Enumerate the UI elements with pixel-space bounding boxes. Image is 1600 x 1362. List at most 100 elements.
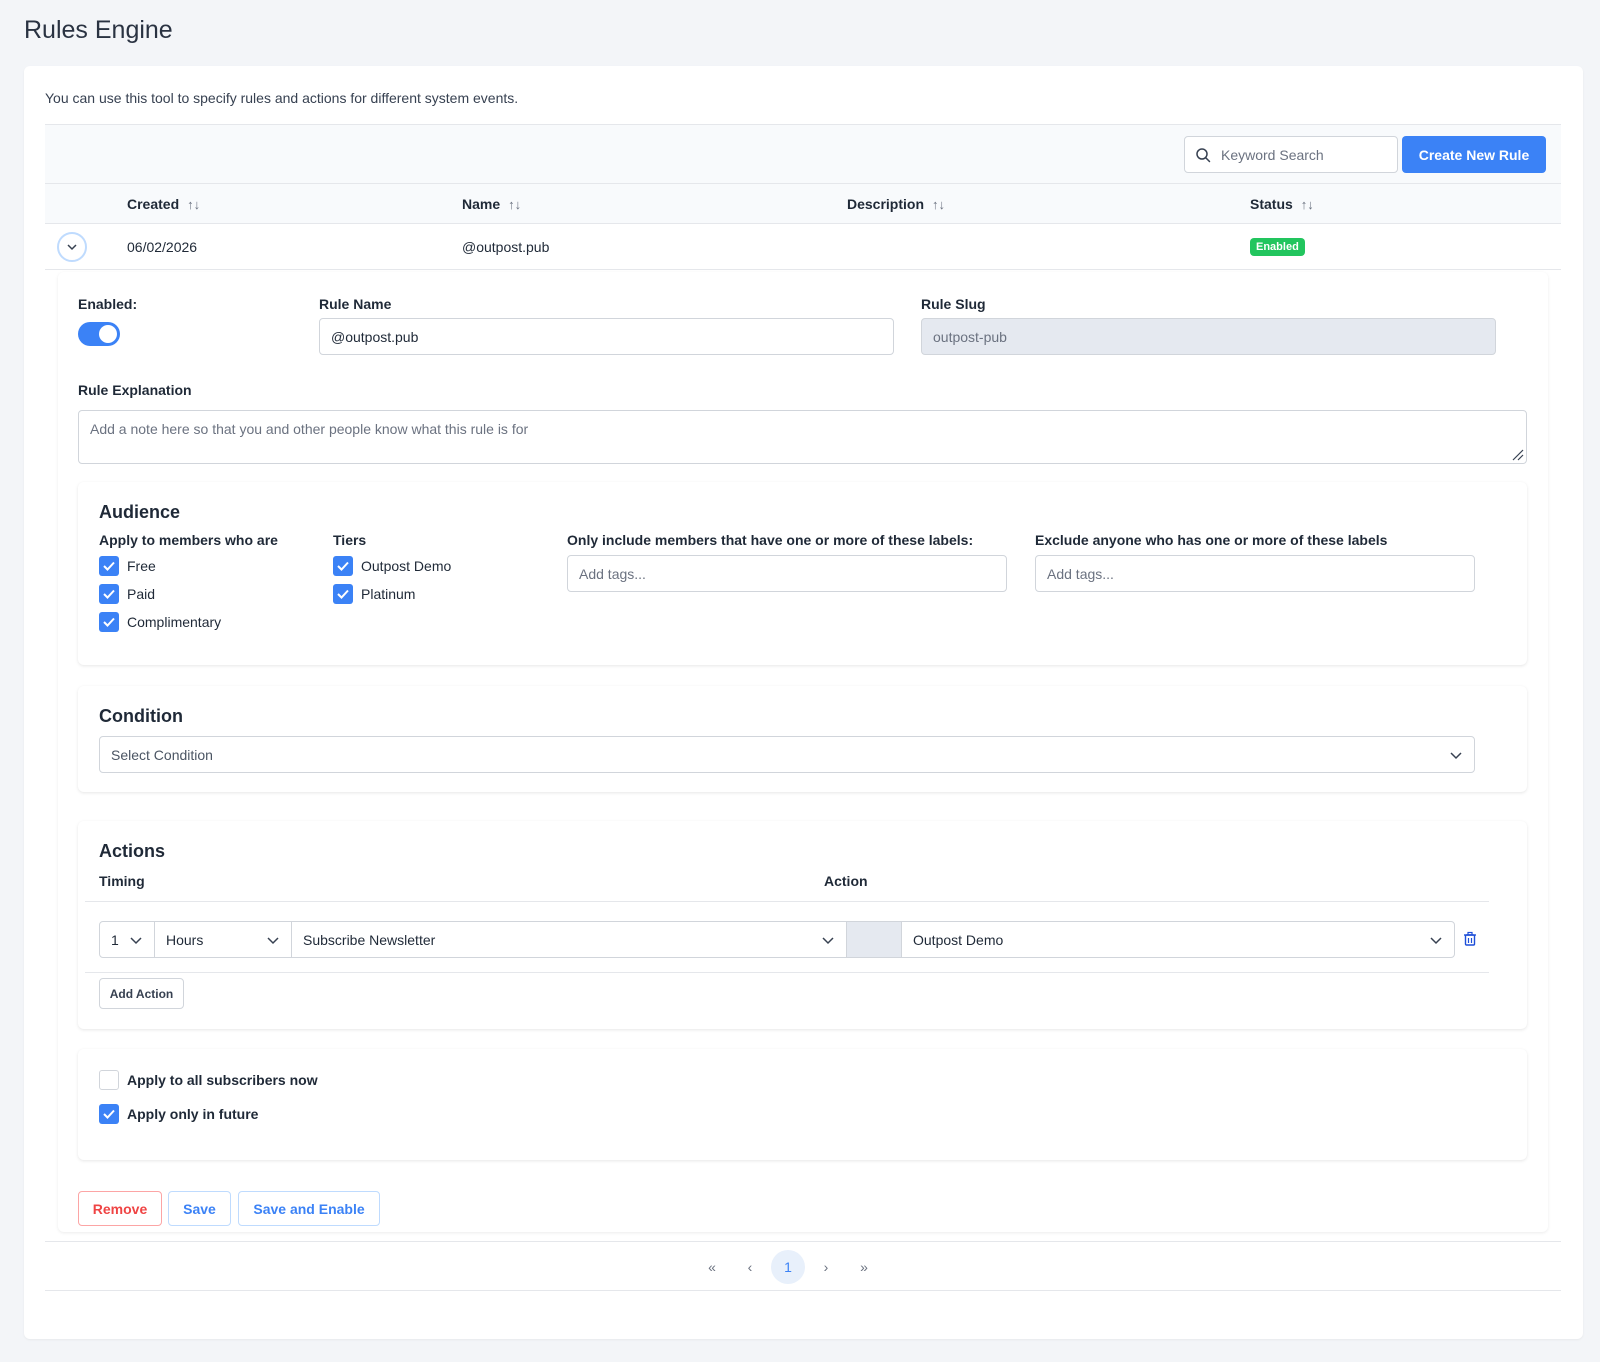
chevron-down-icon [130,937,142,945]
member-paid-checkbox[interactable]: Paid [99,584,155,604]
condition-select-value: Select Condition [111,746,213,763]
timing-unit-value: Hours [166,931,204,948]
member-free-checkbox[interactable]: Free [99,556,156,576]
add-action-button[interactable]: Add Action [99,978,184,1009]
first-page-icon[interactable]: « [695,1250,729,1284]
enabled-toggle[interactable] [78,322,120,346]
create-new-rule-button[interactable]: Create New Rule [1402,136,1546,173]
column-name[interactable]: Name ↑↓ [462,184,521,224]
column-label: Created [127,196,180,212]
chevron-down-icon [822,937,834,945]
row-expand-button[interactable] [57,232,87,262]
prev-page-icon[interactable]: ‹ [733,1250,767,1284]
tier-outpost-demo-checkbox[interactable]: Outpost Demo [333,556,451,576]
keyword-search[interactable] [1184,136,1398,173]
sort-icon: ↑↓ [932,196,946,212]
table-toolbar: Create New Rule [45,124,1561,184]
action-target-select[interactable]: Outpost Demo [901,921,1455,958]
chevron-down-icon [67,244,77,251]
include-labels-label: Only include members that have one or mo… [567,532,974,548]
timing-amount-select[interactable]: 1 [99,921,155,958]
rule-slug-label: Rule Slug [921,296,986,312]
search-icon [1196,147,1211,162]
sort-icon: ↑↓ [1300,196,1314,212]
column-status[interactable]: Status ↑↓ [1250,184,1314,224]
checkbox-checked-icon [99,584,119,604]
last-page-icon[interactable]: » [847,1250,881,1284]
checkbox-checked-icon [333,556,353,576]
status-badge: Enabled [1250,238,1305,256]
members-label: Apply to members who are [99,532,278,548]
column-label: Status [1250,196,1293,212]
member-complimentary-checkbox[interactable]: Complimentary [99,612,221,632]
tiers-label: Tiers [333,532,367,548]
checkbox-checked-icon [99,1104,119,1124]
next-page-icon[interactable]: › [809,1250,843,1284]
column-label: Description [847,196,925,212]
action-target-value: Outpost Demo [913,931,1004,948]
save-button[interactable]: Save [168,1191,231,1226]
checkbox-label: Free [127,558,156,574]
enabled-label: Enabled: [78,296,138,312]
timing-label: Timing [99,873,145,889]
checkbox-label: Apply only in future [127,1106,259,1122]
sort-icon: ↑↓ [508,196,522,212]
search-input[interactable] [1221,146,1391,163]
intro-text: You can use this tool to specify rules a… [45,90,519,106]
checkbox-checked-icon [333,584,353,604]
divider [85,901,1489,902]
checkbox-checked-icon [99,612,119,632]
checkbox-unchecked-icon [99,1070,119,1090]
column-created[interactable]: Created ↑↓ [127,184,200,224]
action-type-select[interactable]: Subscribe Newsletter [291,921,847,958]
rule-name-input[interactable]: @outpost.pub [319,318,894,355]
table-header: Created ↑↓ Name ↑↓ Description ↑↓ Status ↑↓ [45,184,1561,224]
cell-name: @outpost.pub [462,239,550,255]
rule-slug-input: outpost-pub [921,318,1496,355]
actions-title: Actions [99,841,166,861]
exclude-tags-input[interactable]: Add tags... [1035,555,1475,592]
timing-unit-select[interactable]: Hours [154,921,292,958]
column-description[interactable]: Description ↑↓ [847,184,945,224]
rule-name-label: Rule Name [319,296,392,312]
remove-button[interactable]: Remove [78,1191,162,1226]
action-label: Action [824,873,868,889]
audience-section: Audience Apply to members who are Free P… [78,482,1527,665]
condition-section: Condition Select Condition [78,686,1527,792]
sort-icon: ↑↓ [187,196,201,212]
action-type-value: Subscribe Newsletter [303,931,436,948]
audience-title: Audience [99,502,181,522]
checkbox-label: Outpost Demo [361,558,452,574]
explanation-placeholder: Add a note here so that you and other pe… [90,421,529,437]
divider [85,972,1489,973]
column-label: Name [462,196,501,212]
pagination: « ‹ 1 › » [45,1241,1561,1291]
cell-status: Enabled [1250,224,1305,270]
toggle-knob [99,325,117,343]
checkbox-label: Paid [127,586,156,602]
condition-select[interactable]: Select Condition [99,736,1475,773]
chevron-down-icon [1450,752,1462,760]
apply-all-now-checkbox[interactable]: Apply to all subscribers now [99,1070,318,1090]
timing-amount-value: 1 [111,931,119,948]
rule-explanation-textarea[interactable]: Add a note here so that you and other pe… [78,410,1527,464]
cell-created: 06/02/2026 [127,239,198,255]
rule-detail-panel: Enabled: Rule Name @outpost.pub Rule Slu… [58,272,1548,1232]
include-tags-input[interactable]: Add tags... [567,555,1007,592]
checkbox-label: Complimentary [127,614,222,630]
save-and-enable-button[interactable]: Save and Enable [238,1191,380,1226]
checkbox-label: Apply to all subscribers now [127,1072,318,1088]
table-row[interactable]: 06/02/2026 @outpost.pub Enabled [45,224,1561,270]
apply-options-section: Apply to all subscribers now Apply only … [78,1049,1527,1160]
apply-future-checkbox[interactable]: Apply only in future [99,1104,258,1124]
chevron-down-icon [267,937,279,945]
page-number-current[interactable]: 1 [771,1250,805,1284]
resize-handle-icon[interactable] [1510,447,1524,461]
exclude-labels-label: Exclude anyone who has one or more of th… [1035,532,1388,548]
page-title: Rules Engine [24,16,173,44]
checkbox-label: Platinum [361,586,416,602]
trash-icon[interactable] [1462,931,1478,947]
rule-explanation-label: Rule Explanation [78,382,192,398]
actions-section: Actions Timing Action 1 Hours Subscribe … [78,821,1527,1029]
tier-platinum-checkbox[interactable]: Platinum [333,584,415,604]
